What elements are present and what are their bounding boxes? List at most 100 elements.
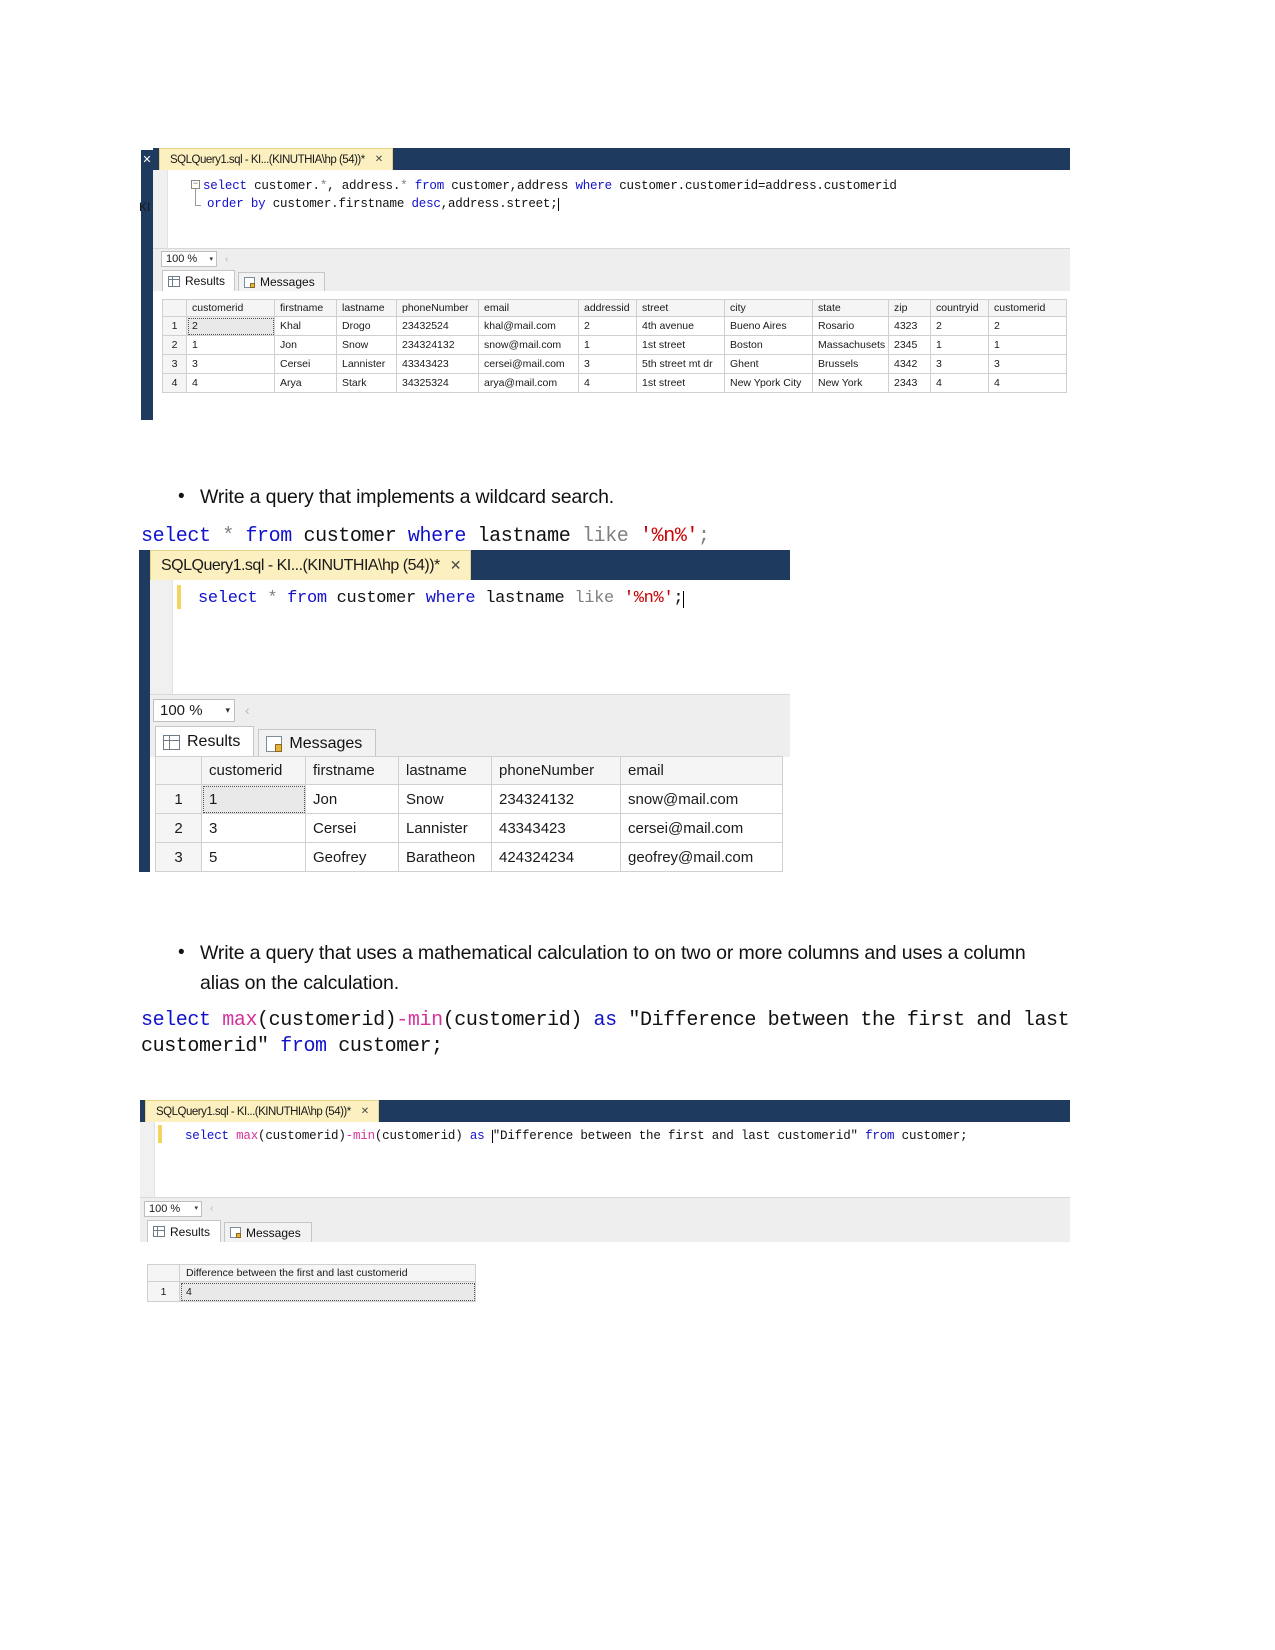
cell-firstname[interactable]: Arya [274,373,337,393]
col-customerid[interactable]: customerid [201,756,306,785]
row-number[interactable]: 2 [155,813,202,843]
cell-countryid[interactable]: 4 [930,373,989,393]
cell-difference[interactable]: 4 [179,1281,476,1302]
outline-collapse-icon[interactable]: − [191,180,200,189]
col-customerid-2[interactable]: customerid [988,299,1067,317]
cell-phonenumber[interactable]: 43343423 [396,354,479,374]
shot1-editor[interactable]: − select customer.*, address.* from cust… [153,170,1070,248]
cell-customerid[interactable]: 4 [186,373,275,393]
cell-city[interactable]: New Ypork City [724,373,813,393]
row-number[interactable]: 3 [162,354,187,374]
col-difference[interactable]: Difference between the first and last cu… [179,1264,476,1282]
cell-customerid[interactable]: 1 [201,784,306,814]
cell-email[interactable]: cersei@mail.com [478,354,579,374]
table-row[interactable]: 1 1 Jon Snow 234324132 snow@mail.com [155,784,783,814]
col-state[interactable]: state [812,299,889,317]
cell-zip[interactable]: 2343 [888,373,931,393]
shot1-results-grid[interactable]: customerid firstname lastname phoneNumbe… [162,299,1067,393]
cell-addressid[interactable]: 2 [578,316,637,336]
cell-state[interactable]: New York [812,373,889,393]
cell-zip[interactable]: 2345 [888,335,931,355]
table-row[interactable]: 4 4 Arya Stark 34325324 arya@mail.com 4 … [162,373,1067,393]
chevron-down-icon[interactable]: ▾ [209,256,213,263]
cell-phonenumber[interactable]: 34325324 [396,373,479,393]
col-email[interactable]: email [620,756,783,785]
cell-firstname[interactable]: Cersei [274,354,337,374]
cell-addressid[interactable]: 3 [578,354,637,374]
cell-countryid[interactable]: 2 [930,316,989,336]
col-street[interactable]: street [636,299,725,317]
table-row[interactable]: 3 5 Geofrey Baratheon 424324234 geofrey@… [155,842,783,872]
cell-email[interactable]: snow@mail.com [478,335,579,355]
shot2-editor[interactable]: select * from customer where lastname li… [150,580,790,694]
tab-results[interactable]: Results [147,1220,222,1242]
table-row[interactable]: 1 2 Khal Drogo 23432524 khal@mail.com 2 … [162,316,1067,336]
col-zip[interactable]: zip [888,299,931,317]
splitter-handle[interactable]: ‹ [225,254,228,265]
cell-customerid-2[interactable]: 1 [988,335,1067,355]
shot1-zoom-combo[interactable]: 100 % ▾ [161,251,217,267]
tab-results[interactable]: Results [155,726,255,757]
col-phonenumber[interactable]: phoneNumber [396,299,479,317]
cell-addressid[interactable]: 4 [578,373,637,393]
cell-addressid[interactable]: 1 [578,335,637,355]
cell-customerid[interactable]: 5 [201,842,306,872]
tab-messages[interactable]: Messages [258,729,377,757]
chevron-down-icon[interactable]: ▾ [194,1205,198,1212]
shot2-results-grid[interactable]: customerid firstname lastname phoneNumbe… [155,756,783,872]
cell-email[interactable]: arya@mail.com [478,373,579,393]
row-number[interactable]: 4 [162,373,187,393]
cell-zip[interactable]: 4323 [888,316,931,336]
cell-city[interactable]: Ghent [724,354,813,374]
tab-results[interactable]: Results [162,270,236,291]
splitter-handle[interactable]: ‹ [210,1203,213,1214]
cell-lastname[interactable]: Snow [398,784,492,814]
table-row[interactable]: 2 1 Jon Snow 234324132 snow@mail.com 1 1… [162,335,1067,355]
row-number[interactable]: 2 [162,335,187,355]
cell-zip[interactable]: 4342 [888,354,931,374]
cell-city[interactable]: Boston [724,335,813,355]
shot1-side-close-icon[interactable]: ✕ [141,152,153,168]
col-addressid[interactable]: addressid [578,299,637,317]
col-lastname[interactable]: lastname [398,756,492,785]
shot2-zoom-combo[interactable]: 100 % ▾ [153,698,235,722]
cell-firstname[interactable]: Jon [305,784,399,814]
cell-email[interactable]: snow@mail.com [620,784,783,814]
row-number[interactable]: 1 [162,316,187,336]
table-row[interactable]: 2 3 Cersei Lannister 43343423 cersei@mai… [155,813,783,843]
cell-customerid[interactable]: 3 [201,813,306,843]
cell-lastname[interactable]: Drogo [336,316,397,336]
cell-lastname[interactable]: Baratheon [398,842,492,872]
cell-customerid[interactable]: 3 [186,354,275,374]
cell-firstname[interactable]: Khal [274,316,337,336]
shot2-editor-tab[interactable]: SQLQuery1.sql - KI...(KINUTHIA\hp (54))*… [150,550,472,580]
shot1-editor-tab[interactable]: SQLQuery1.sql - KI...(KINUTHIA\hp (54))*… [159,148,394,170]
row-number[interactable]: 1 [147,1281,180,1302]
cell-firstname[interactable]: Cersei [305,813,399,843]
cell-email[interactable]: cersei@mail.com [620,813,783,843]
cell-street[interactable]: 1st street [636,335,725,355]
col-email[interactable]: email [478,299,579,317]
cell-phonenumber[interactable]: 23432524 [396,316,479,336]
cell-phonenumber[interactable]: 43343423 [491,813,621,843]
cell-firstname[interactable]: Jon [274,335,337,355]
cell-countryid[interactable]: 1 [930,335,989,355]
table-row[interactable]: 3 3 Cersei Lannister 43343423 cersei@mai… [162,354,1067,374]
close-icon[interactable]: ✕ [361,1106,369,1117]
col-city[interactable]: city [724,299,813,317]
cell-customerid-2[interactable]: 2 [988,316,1067,336]
row-number[interactable]: 1 [155,784,202,814]
cell-customerid-2[interactable]: 3 [988,354,1067,374]
cell-state[interactable]: Massachusets [812,335,889,355]
shot3-zoom-combo[interactable]: 100 % ▾ [144,1200,202,1217]
tab-messages[interactable]: Messages [224,1222,312,1242]
shot3-results-grid[interactable]: Difference between the first and last cu… [147,1264,476,1302]
cell-state[interactable]: Brussels [812,354,889,374]
chevron-down-icon[interactable]: ▾ [225,705,230,715]
cell-customerid-2[interactable]: 4 [988,373,1067,393]
cell-countryid[interactable]: 3 [930,354,989,374]
col-lastname[interactable]: lastname [336,299,397,317]
close-icon[interactable]: ✕ [450,557,462,574]
cell-phonenumber[interactable]: 234324132 [396,335,479,355]
row-number[interactable]: 3 [155,842,202,872]
